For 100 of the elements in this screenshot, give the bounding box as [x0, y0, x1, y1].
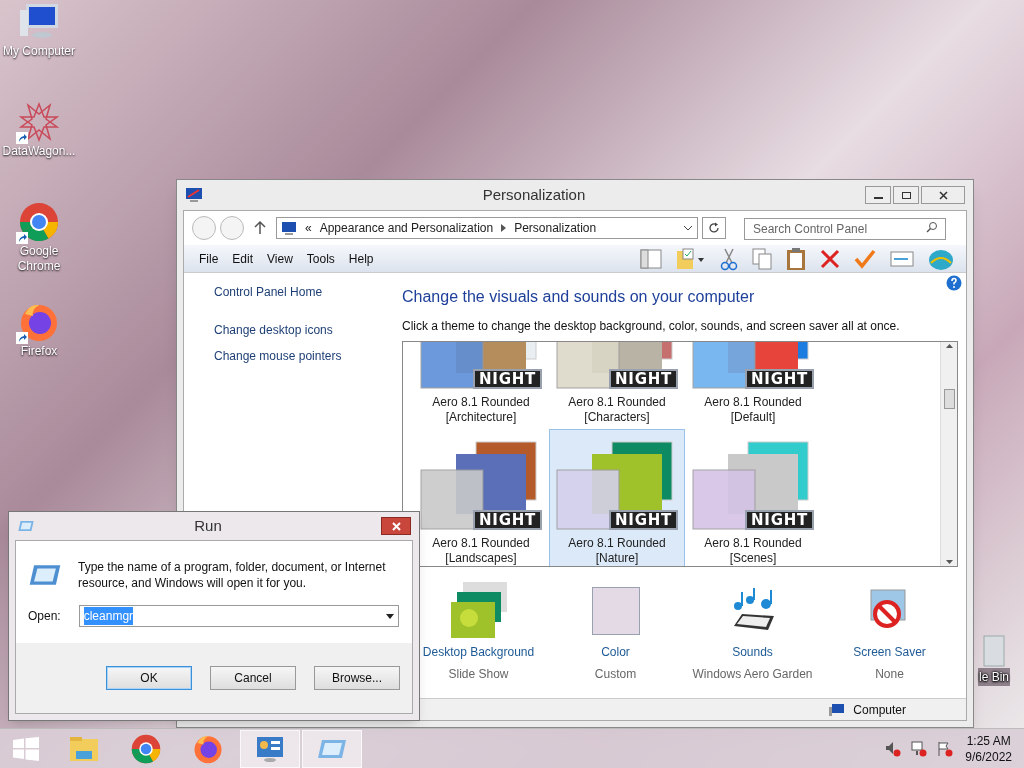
chevron-down-icon[interactable] — [683, 224, 693, 232]
theme-name: Aero 8.1 Rounded — [704, 536, 802, 551]
search-field[interactable]: Search Control Panel — [744, 218, 946, 240]
page-description: Click a theme to change the desktop background, color, sounds, and screen saver all at once. — [402, 318, 901, 335]
menu-item[interactable]: Tools — [299, 249, 342, 268]
theme-variant: [Characters] — [584, 410, 650, 425]
star-pattern-icon — [19, 102, 59, 142]
scroll-up-icon[interactable] — [945, 344, 953, 348]
sidebar-link[interactable]: Control Panel Home — [214, 283, 402, 301]
menu-item[interactable]: File — [192, 249, 226, 268]
close-icon — [938, 190, 948, 200]
close-button[interactable] — [921, 186, 965, 204]
setting-link[interactable]: Desktop Background — [422, 643, 535, 661]
breadcrumb-item[interactable]: Personalization — [514, 219, 597, 237]
run-instructions: Type the name of a program, folder, document, or Internet resource, and Windows will open it for you. — [78, 559, 387, 591]
theme-tile[interactable]: NIGHT Aero 8.1 Rounded [Scenes] — [685, 429, 821, 566]
card-icon[interactable] — [890, 249, 914, 268]
sidebar-link[interactable]: Change desktop icons — [214, 321, 402, 339]
minimize-button[interactable] — [865, 186, 891, 204]
setting-link[interactable]: Color — [601, 643, 630, 661]
run-dialog-icon — [17, 520, 35, 532]
dialog-button[interactable]: Browse... — [314, 666, 400, 690]
clipboard-icon[interactable] — [786, 246, 806, 271]
setting-link[interactable]: Screen Saver — [853, 643, 926, 661]
shortcut-arrow-icon — [16, 132, 28, 144]
checkmark-icon[interactable] — [854, 248, 876, 269]
theme-name: Aero 8.1 Rounded — [568, 536, 666, 551]
night-badge: NIGHT — [609, 510, 678, 530]
taskbar-button[interactable] — [240, 729, 300, 768]
theme-tile[interactable]: NIGHT Aero 8.1 Rounded [Landscapes] — [413, 429, 549, 566]
address-bar[interactable]: « Appearance and Personalization Personalization — [276, 217, 698, 239]
window-title: Run — [193, 515, 223, 536]
scrollbar[interactable] — [940, 342, 957, 566]
close-button[interactable] — [381, 517, 411, 535]
up-arrow-icon[interactable] — [252, 220, 268, 236]
dialog-button[interactable]: OK — [106, 666, 192, 690]
night-badge: NIGHT — [745, 369, 814, 389]
scissors-icon[interactable] — [720, 246, 738, 271]
theme-variant: [Scenes] — [729, 551, 777, 566]
setting-value: Slide Show — [448, 666, 509, 683]
chrome-icon — [19, 202, 59, 242]
theme-variant: [Landscapes] — [445, 551, 517, 566]
window-title: Personalization — [481, 184, 587, 205]
sidebar-link[interactable]: Change mouse pointers — [214, 347, 402, 365]
field-value: cleanmgr — [83, 607, 134, 625]
theme-tile[interactable]: NIGHT Aero 8.1 Rounded [Default] — [685, 342, 821, 428]
delete-icon[interactable] — [820, 248, 840, 269]
scroll-down-icon[interactable] — [945, 560, 953, 564]
theme-name: Aero 8.1 Rounded — [432, 536, 530, 551]
refresh-button[interactable] — [702, 217, 726, 239]
folder-check-icon[interactable] — [676, 247, 706, 270]
flag-icon[interactable] — [937, 740, 954, 757]
maximize-button[interactable] — [893, 186, 919, 204]
menu-item[interactable]: Help — [341, 249, 381, 268]
folder-icon — [68, 734, 100, 763]
search-icon — [926, 221, 938, 233]
theme-variant: [Architecture] — [445, 410, 517, 425]
network-icon[interactable] — [911, 740, 928, 757]
layout-pane-icon[interactable] — [640, 248, 662, 269]
theme-name: Aero 8.1 Rounded — [704, 395, 802, 410]
theme-variant: [Nature] — [595, 551, 639, 566]
dropdown-arrow-icon[interactable] — [385, 613, 394, 619]
trash-bin-icon — [982, 632, 1006, 668]
shortcut-arrow-icon — [16, 232, 28, 244]
page-heading: Change the visuals and sounds on your computer — [402, 287, 756, 307]
refresh-icon — [708, 222, 720, 234]
setting-value: Windows Aero Garden — [692, 666, 813, 683]
copy-icon[interactable] — [752, 247, 772, 270]
theme-tile[interactable]: NIGHT Aero 8.1 Rounded [Architecture] — [413, 342, 549, 428]
theme-tile[interactable]: NIGHT Aero 8.1 Rounded [Nature] — [549, 429, 685, 566]
night-badge: NIGHT — [473, 369, 542, 389]
status-text: Computer — [853, 701, 906, 719]
scroll-thumb[interactable] — [943, 389, 955, 409]
breadcrumb-item[interactable]: Appearance and Personalization — [319, 219, 494, 237]
theme-tile[interactable]: NIGHT Aero 8.1 Rounded [Characters] — [549, 342, 685, 428]
run-dialog-icon — [28, 563, 62, 587]
close-icon — [391, 521, 401, 531]
menu-item[interactable]: Edit — [225, 249, 261, 268]
dialog-button[interactable]: Cancel — [210, 666, 296, 690]
night-badge: NIGHT — [745, 510, 814, 530]
run-dialog-icon — [317, 737, 347, 760]
setting-value: None — [875, 666, 904, 683]
windows-logo-icon — [13, 736, 39, 761]
setting-value: Custom — [594, 666, 637, 683]
shortcut-arrow-icon — [16, 332, 28, 344]
chrome-icon — [131, 733, 161, 764]
night-badge: NIGHT — [609, 369, 678, 389]
theme-variant: [Default] — [730, 410, 776, 425]
setting-link[interactable]: Sounds — [732, 643, 773, 661]
monitor-icon — [281, 221, 297, 235]
open-label: Open: — [28, 608, 61, 625]
muted-speaker-icon[interactable] — [885, 740, 902, 757]
theme-name: Aero 8.1 Rounded — [568, 395, 666, 410]
help-icon[interactable] — [946, 275, 962, 291]
breadcrumb-item[interactable]: « — [305, 219, 312, 237]
clock-date[interactable]: 9/6/2022 — [965, 748, 1012, 765]
clock-time[interactable]: 1:25 AM — [966, 732, 1011, 749]
computer-icon — [829, 702, 846, 717]
menu-item[interactable]: View — [260, 249, 300, 268]
desktop-icon-label[interactable]: le Bin — [978, 668, 1011, 686]
